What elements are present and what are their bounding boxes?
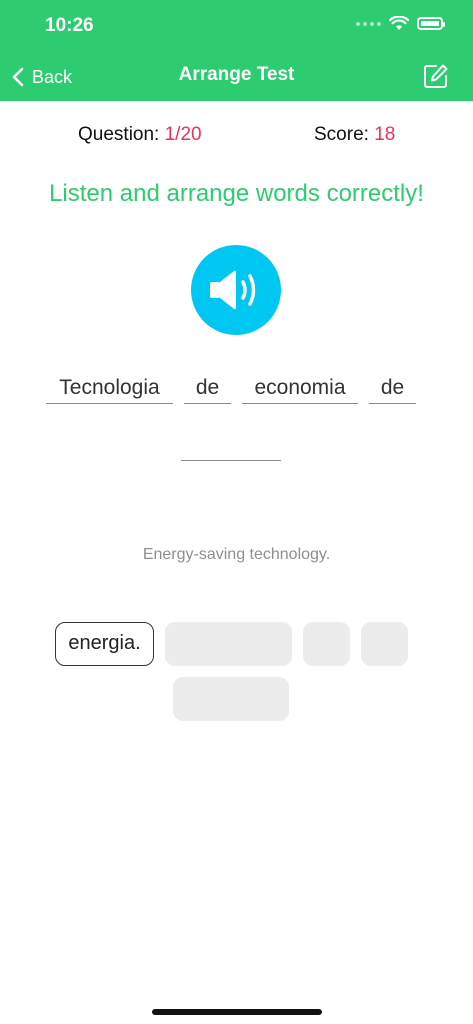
word-chip-2 <box>165 622 292 666</box>
word-chip-3 <box>303 622 350 666</box>
answer-slot-1[interactable]: Tecnologia <box>46 373 173 404</box>
battery-icon <box>417 17 445 30</box>
answer-slot-2[interactable]: de <box>184 373 231 404</box>
translation-text: Energy-saving technology. <box>142 546 331 563</box>
word-chip-4 <box>361 622 408 666</box>
score-counter: Score: 18 <box>314 124 395 146</box>
speaker-icon <box>210 270 256 310</box>
question-value: 1/20 <box>164 124 202 145</box>
wifi-icon <box>389 16 409 30</box>
edit-button[interactable] <box>423 63 449 89</box>
answer-slot-3[interactable]: economia <box>242 373 358 404</box>
home-indicator[interactable] <box>152 1009 322 1015</box>
score-value: 18 <box>374 124 396 145</box>
play-audio-button[interactable] <box>191 245 281 335</box>
header-bar: 10:26 Back Arrange Test <box>0 0 473 101</box>
page-title: Arrange Test <box>178 64 295 85</box>
word-chip-5 <box>173 677 289 721</box>
question-counter: Question: 1/20 <box>78 124 202 146</box>
status-icons <box>356 16 445 31</box>
instruction-text: Listen and arrange words correctly! <box>49 180 424 207</box>
answer-slot-4[interactable]: de <box>369 373 416 404</box>
edit-icon <box>424 64 448 88</box>
signal-icon <box>356 21 381 26</box>
question-label: Question: <box>78 124 165 145</box>
answer-slot-5[interactable] <box>181 430 281 461</box>
word-chip-1[interactable]: energia. <box>55 622 154 666</box>
status-time: 10:26 <box>45 15 94 36</box>
score-label: Score: <box>314 124 375 145</box>
